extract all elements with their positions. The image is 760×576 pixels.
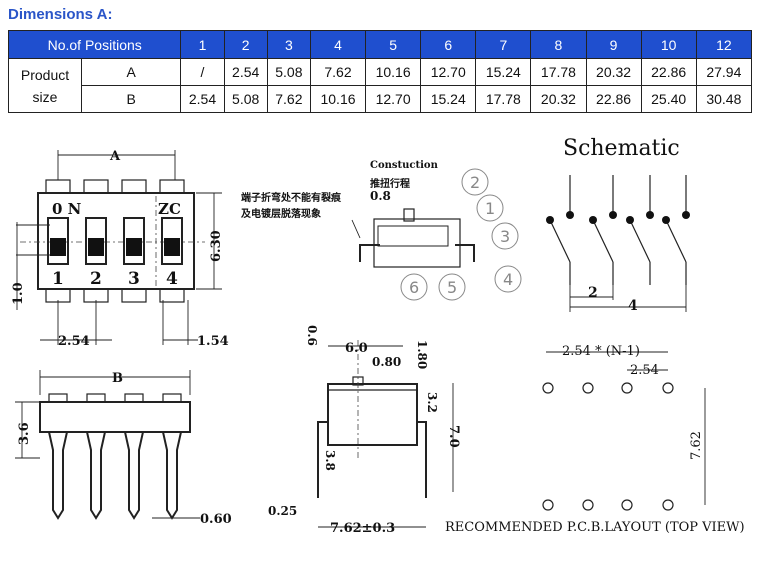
- side-pin-head: [124, 393, 144, 403]
- schematic-contact: [566, 211, 574, 219]
- switch-actuator: [50, 238, 66, 256]
- switch-actuator: [88, 238, 104, 256]
- side-pin: [48, 431, 68, 520]
- pcb-hole: [621, 382, 633, 394]
- pcb-hole: [662, 499, 674, 511]
- side-pin: [86, 431, 106, 520]
- schematic-contact: [682, 211, 690, 219]
- technical-drawings: A 0 N ZC 1 2 3 4 6.30 1.0 2.54 1.54 Cons…: [11, 136, 745, 536]
- callout-number: 5: [447, 278, 457, 297]
- callout-number: 1: [485, 199, 495, 218]
- dim-36-label: 3.6: [17, 422, 32, 445]
- side-pin: [124, 431, 144, 520]
- travel-value: 0.8: [370, 189, 391, 203]
- schematic-contact: [546, 216, 554, 224]
- pcb-dim-pitch: 2.54: [630, 363, 659, 378]
- side-pin: [162, 431, 182, 520]
- dim-pin-label: 1.54: [197, 334, 229, 349]
- dim-0-25: 0.25: [268, 504, 297, 518]
- schematic-dim-4: 4: [628, 298, 638, 314]
- pcb-caption: RECOMMENDED P.C.B.LAYOUT (TOP VIEW): [445, 520, 745, 535]
- switch-number: 4: [166, 269, 178, 289]
- dim-7-0: 7.0: [446, 425, 461, 448]
- dim-1-80: 1.80: [415, 340, 429, 369]
- dim-060-label: 0.60: [200, 512, 232, 527]
- dim-3-8: 3.8: [323, 450, 337, 471]
- switch-actuator: [164, 238, 180, 256]
- schematic-lever: [592, 219, 614, 263]
- schematic-title: Schematic: [563, 136, 680, 161]
- pcb-hole: [582, 499, 594, 511]
- switch-number: 1: [52, 269, 64, 289]
- dim-pitch-label: 2.54: [58, 334, 90, 349]
- side-pin-head: [48, 393, 68, 403]
- pcb-hole: [542, 382, 554, 394]
- schematic-contact: [646, 211, 654, 219]
- schematic-contact: [626, 216, 634, 224]
- callout-number: 4: [503, 270, 513, 289]
- pcb-dim-span: 2.54 * (N-1): [562, 344, 640, 359]
- pin-top: [121, 179, 147, 194]
- dim-6-0: 6.0: [345, 341, 368, 356]
- construction-title: Constuction: [370, 160, 439, 171]
- dim-b-label: B: [112, 371, 123, 386]
- switch-number: 3: [128, 269, 140, 289]
- end-view-drawing: 6.0 0.6 0.80 1.80 3.2 7.0 3.8 0.25 7.62±…: [268, 325, 461, 536]
- pcb-dim-row: 7.62: [689, 431, 704, 460]
- pcb-hole: [662, 382, 674, 394]
- callout-number: 6: [409, 278, 419, 297]
- note-line1: 端子折弯处不能有裂痕: [241, 191, 342, 204]
- switch-number: 2: [90, 269, 102, 289]
- schematic-lever: [665, 219, 687, 263]
- callout-number: 3: [500, 227, 510, 246]
- dim-stroke-label: 1.0: [11, 282, 26, 305]
- pcb-hole: [582, 382, 594, 394]
- pin-top: [159, 179, 185, 194]
- side-view-drawing: B 3.6 0.60: [15, 370, 232, 527]
- pin-top: [45, 179, 71, 194]
- pin-bottom: [159, 288, 185, 303]
- dim-0-80: 0.80: [372, 355, 401, 369]
- schematic-contact: [662, 216, 670, 224]
- schematic-dim-2: 2: [588, 285, 598, 301]
- on-label: 0 N: [52, 200, 82, 218]
- pcb-hole: [621, 499, 633, 511]
- schematic-drawing: Schematic 2 4: [546, 136, 690, 314]
- pin-top: [83, 179, 109, 194]
- note-line2: 及电镀层脱落现象: [241, 207, 321, 220]
- schematic-contact: [589, 216, 597, 224]
- schematic-lever: [629, 219, 651, 263]
- dim-7-62: 7.62±0.3: [330, 521, 395, 536]
- schematic-lever: [549, 219, 571, 263]
- zc-logo: ZC: [158, 200, 181, 218]
- pcb-hole: [542, 499, 554, 511]
- side-pin-head: [86, 393, 106, 403]
- top-view-drawing: A 0 N ZC 1 2 3 4 6.30 1.0 2.54 1.54: [11, 149, 229, 349]
- switch-actuator: [126, 238, 142, 256]
- pcb-layout-drawing: 2.54 * (N-1) 2.54 7.62 RECOMMENDED P.C.B…: [445, 344, 745, 535]
- dim-3-2: 3.2: [425, 392, 439, 413]
- dim-0-6: 0.6: [305, 325, 319, 346]
- construction-drawing: Constuction 推扭行程 0.8 端子折弯处不能有裂痕 及电镀层脱落现象…: [241, 160, 522, 301]
- schematic-contact: [609, 211, 617, 219]
- pin-bottom: [121, 288, 147, 303]
- dim-a-label: A: [109, 149, 121, 164]
- callout-number: 2: [470, 173, 480, 192]
- dim-height-label: 6.30: [209, 230, 224, 262]
- side-pin-head: [162, 393, 182, 403]
